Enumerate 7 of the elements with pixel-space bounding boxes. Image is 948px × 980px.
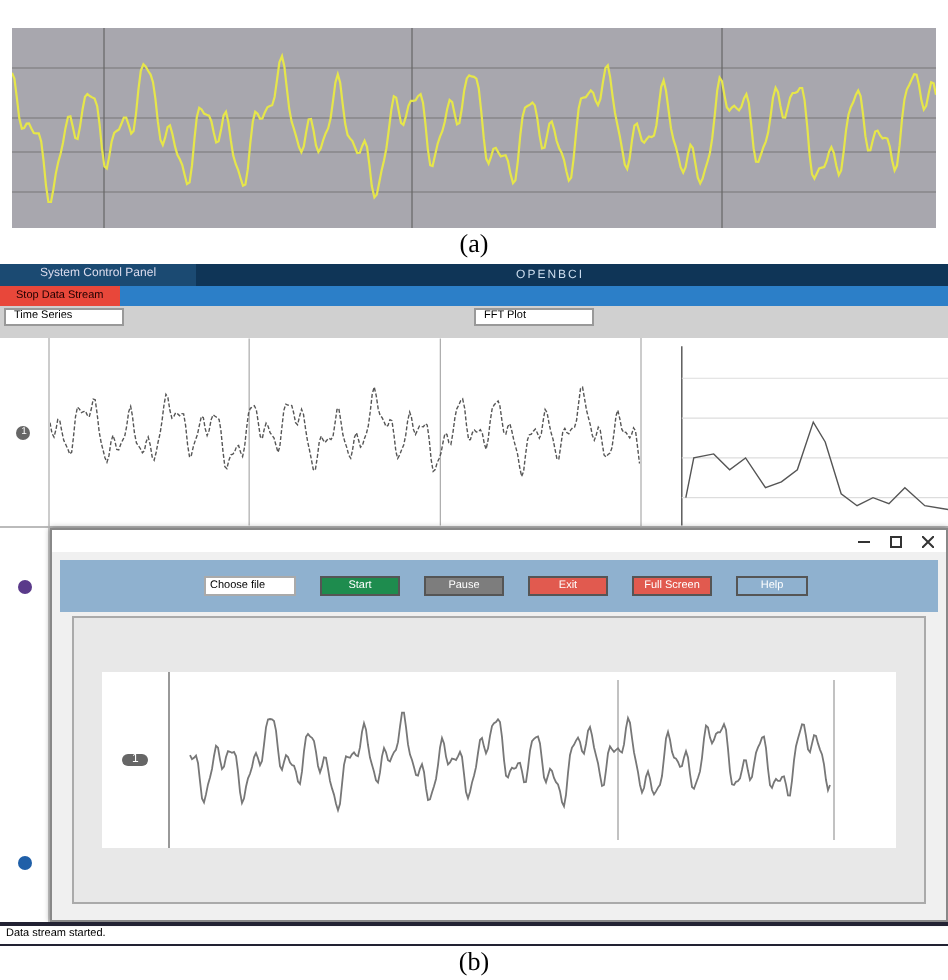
close-icon[interactable] [922, 535, 934, 547]
channel-dot [17, 579, 31, 594]
channel-dot [17, 856, 31, 871]
maximize-icon[interactable] [890, 535, 902, 547]
minimize-icon[interactable] [858, 535, 870, 547]
figure-caption: (b) [458, 946, 490, 978]
figure-caption: (a) [459, 228, 489, 260]
